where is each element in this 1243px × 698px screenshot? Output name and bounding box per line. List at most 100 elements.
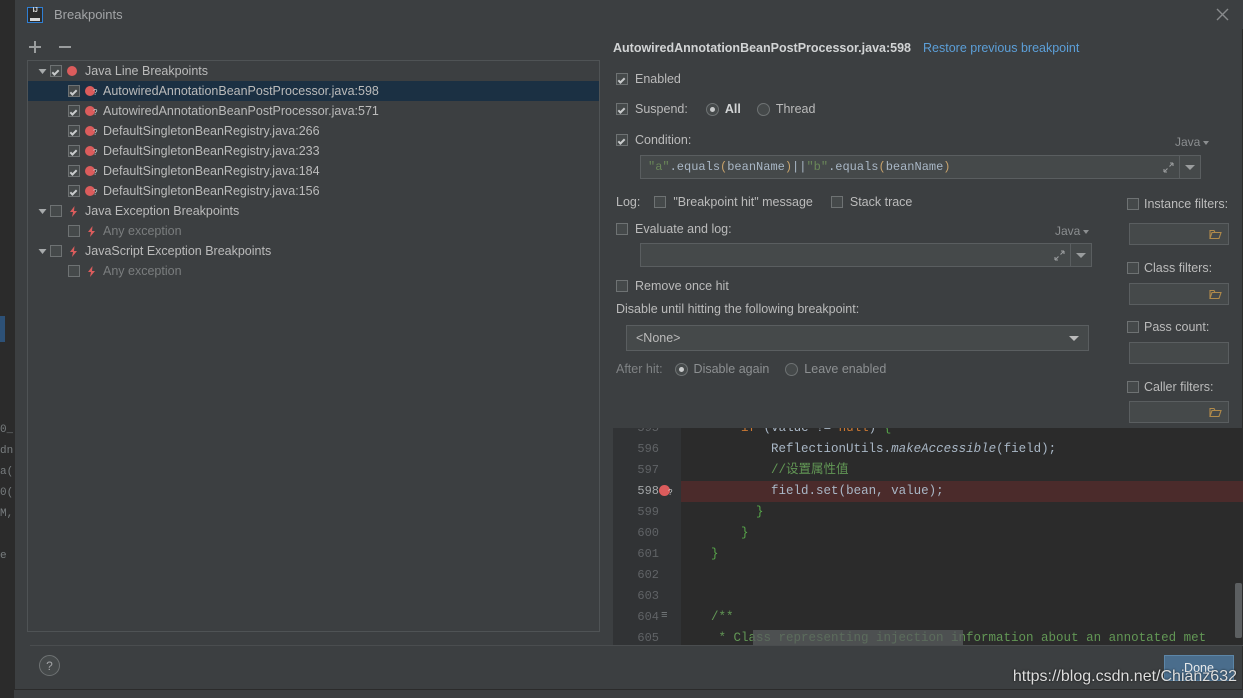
breakpoints-tree[interactable]: Java Line Breakpoints? AutowiredAnnotatio… — [27, 60, 600, 632]
condition-expression-input[interactable]: "a".equals(beanName)||"b".equals(beanNam… — [640, 155, 1201, 179]
class-filters-input[interactable] — [1129, 283, 1229, 305]
background-code-fragment: dn — [0, 445, 13, 457]
breakpoint-dot-icon — [67, 65, 80, 78]
disable-until-combobox[interactable]: <None> — [626, 325, 1089, 351]
pass-count-input[interactable] — [1129, 342, 1229, 364]
restore-previous-breakpoint-link[interactable]: Restore previous breakpoint — [923, 41, 1079, 55]
tree-item-label: DefaultSingletonBeanRegistry.java:266 — [103, 124, 320, 138]
tree-item-row[interactable]: ? DefaultSingletonBeanRegistry.java:184 — [28, 161, 599, 181]
evaluate-and-log-input[interactable] — [640, 243, 1092, 267]
tree-item-row[interactable]: ? DefaultSingletonBeanRegistry.java:156 — [28, 181, 599, 201]
add-breakpoint-button[interactable] — [27, 39, 43, 55]
after-hit-disable-again-radio[interactable] — [674, 362, 688, 376]
class-filters-checkbox[interactable] — [1127, 262, 1139, 274]
condition-row: Condition: — [616, 133, 691, 147]
instance-filters-checkbox[interactable] — [1127, 198, 1139, 210]
suspend-thread-label[interactable]: Thread — [776, 102, 816, 116]
tree-item-checkbox[interactable] — [68, 85, 80, 97]
tree-item-row[interactable]: Any exception — [28, 261, 599, 281]
tree-item-checkbox[interactable] — [68, 105, 80, 117]
tree-item-checkbox[interactable] — [68, 125, 80, 137]
after-hit-leave-enabled-radio[interactable] — [785, 362, 799, 376]
line-number: 604 — [637, 610, 659, 624]
tree-collapse-icon[interactable] — [34, 243, 50, 259]
tree-item-row[interactable]: ? DefaultSingletonBeanRegistry.java:266 — [28, 121, 599, 141]
editor-scrollbar[interactable] — [1235, 583, 1242, 638]
tree-item-checkbox[interactable] — [68, 145, 80, 157]
evaluate-and-log-label: Evaluate and log: — [635, 222, 732, 236]
suspend-all-label[interactable]: All — [725, 102, 741, 116]
exception-breakpoint-icon — [67, 245, 80, 258]
code-line: if (value != null) { — [741, 428, 892, 435]
source-code-preview[interactable]: 595 if (value != null) {596 ReflectionUt… — [613, 428, 1243, 646]
line-number: 602 — [637, 568, 659, 582]
suspend-checkbox[interactable] — [616, 103, 628, 115]
condition-language-selector[interactable]: Java — [1175, 135, 1210, 149]
gutter-conditional-breakpoint-icon[interactable]: ? — [659, 485, 673, 499]
tree-item-row[interactable]: ? AutowiredAnnotationBeanPostProcessor.ja… — [28, 81, 599, 101]
log-stack-trace-checkbox[interactable] — [830, 196, 843, 208]
close-icon[interactable] — [1200, 0, 1243, 29]
tree-item-row[interactable]: ? AutowiredAnnotationBeanPostProcessor.ja… — [28, 101, 599, 121]
evaluate-and-log-row: Evaluate and log: — [616, 222, 732, 236]
tree-item-checkbox[interactable] — [68, 265, 80, 277]
tree-group-row[interactable]: JavaScript Exception Breakpoints — [28, 241, 599, 261]
evaluate-and-log-language-selector[interactable]: Java — [1055, 224, 1090, 238]
tree-item-checkbox[interactable] — [50, 65, 62, 77]
pass-count-checkbox[interactable] — [1127, 321, 1139, 333]
tree-item-checkbox[interactable] — [50, 205, 62, 217]
tree-collapse-icon[interactable] — [34, 63, 50, 79]
evaluate-and-log-history-dropdown-icon[interactable] — [1070, 244, 1091, 266]
code-line: ReflectionUtils.makeAccessible(field); — [771, 442, 1057, 456]
tree-group-row[interactable]: Java Exception Breakpoints — [28, 201, 599, 221]
tree-collapse-icon[interactable] — [34, 203, 50, 219]
tree-item-checkbox[interactable] — [68, 165, 80, 177]
tree-item-label: AutowiredAnnotationBeanPostProcessor.jav… — [103, 84, 379, 98]
tree-item-row[interactable]: ? DefaultSingletonBeanRegistry.java:233 — [28, 141, 599, 161]
code-line: field.set(bean, value); — [771, 484, 944, 498]
exception-breakpoint-icon — [85, 265, 98, 278]
suspend-thread-radio[interactable] — [756, 102, 770, 116]
background-editor-tab-marker — [0, 316, 5, 342]
exception-breakpoint-icon — [67, 205, 80, 218]
enabled-label: Enabled — [635, 72, 681, 86]
evaluate-and-log-checkbox[interactable] — [616, 223, 628, 235]
help-button[interactable]: ? — [39, 655, 60, 676]
log-label: Log: — [616, 195, 641, 209]
line-number: 597 — [637, 463, 659, 477]
tree-item-checkbox[interactable] — [68, 225, 80, 237]
intellij-idea-logo-icon — [27, 6, 43, 23]
tree-item-label: JavaScript Exception Breakpoints — [85, 244, 272, 258]
suspend-all-radio[interactable] — [705, 102, 719, 116]
log-breakpoint-hit-message-checkbox[interactable] — [654, 196, 667, 208]
tree-item-label: DefaultSingletonBeanRegistry.java:233 — [103, 144, 320, 158]
caller-filters-checkbox[interactable] — [1127, 381, 1139, 393]
line-number: 598 — [637, 484, 659, 498]
done-button[interactable]: Done — [1164, 655, 1234, 681]
conditional-breakpoint-icon: ? — [85, 165, 98, 178]
caller-filters-input[interactable] — [1129, 401, 1229, 423]
code-line: } — [711, 547, 719, 561]
after-hit-disable-again-label[interactable]: Disable again — [694, 362, 770, 376]
expand-editor-icon[interactable] — [1157, 156, 1179, 178]
tree-item-row[interactable]: Any exception — [28, 221, 599, 241]
pass-count-label: Pass count: — [1144, 320, 1210, 334]
remove-once-hit-checkbox[interactable] — [616, 280, 628, 292]
remove-once-hit-label: Remove once hit — [635, 279, 729, 293]
condition-checkbox[interactable] — [616, 134, 628, 146]
caller-filters-label: Caller filters: — [1144, 380, 1214, 394]
after-hit-leave-enabled-label[interactable]: Leave enabled — [804, 362, 886, 376]
enabled-checkbox[interactable] — [616, 73, 628, 85]
expand-editor-icon[interactable] — [1048, 244, 1070, 266]
tree-item-label: Java Exception Breakpoints — [85, 204, 240, 218]
condition-label: Condition: — [635, 133, 692, 147]
tree-group-row[interactable]: Java Line Breakpoints — [28, 61, 599, 81]
condition-history-dropdown-icon[interactable] — [1179, 156, 1200, 178]
code-line: } — [756, 505, 764, 519]
remove-breakpoint-button[interactable] — [57, 39, 73, 55]
tree-item-checkbox[interactable] — [68, 185, 80, 197]
instance-filters-input[interactable] — [1129, 223, 1229, 245]
tree-item-checkbox[interactable] — [50, 245, 62, 257]
instance-filters-label: Instance filters: — [1144, 197, 1229, 211]
code-fold-icon[interactable]: ≡ — [661, 610, 668, 622]
